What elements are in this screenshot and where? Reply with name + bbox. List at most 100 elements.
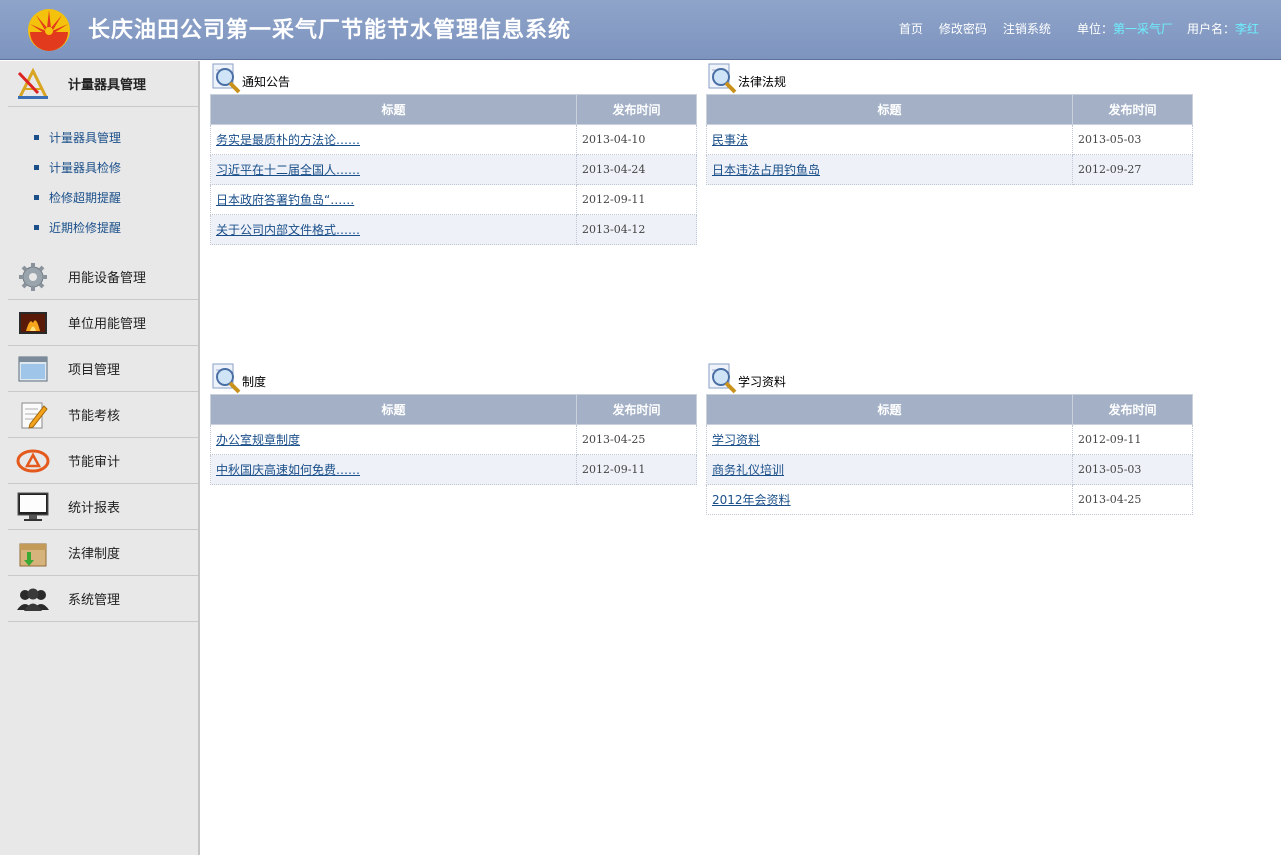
publish-date: 2012-09-27	[1072, 154, 1193, 185]
table-header-row: 标题 发布时间	[706, 394, 1193, 425]
column-header-title: 标题	[210, 394, 577, 425]
company-logo-icon	[16, 444, 50, 478]
app-header: 长庆油田公司第一采气厂节能节水管理信息系统 首页 修改密码 注销系统 单位： 第…	[0, 0, 1281, 60]
column-header-date: 发布时间	[1072, 394, 1193, 425]
user-value: 李红	[1234, 22, 1259, 36]
panel-notices: 通知公告 标题 发布时间 务实是最质朴的方法论…… 2013-04-10 习近平在…	[210, 62, 697, 245]
notice-link[interactable]: 务实是最质朴的方法论……	[216, 133, 360, 147]
table-row: 日本政府答署钓鱼岛“…… 2012-09-11	[210, 184, 697, 215]
table-row: 日本违法占用钓鱼岛 2012-09-27	[706, 154, 1193, 185]
sidebar-menu-label: 统计报表	[68, 501, 121, 516]
user-label: 用户名：	[1186, 22, 1235, 36]
window-icon	[16, 352, 50, 386]
publish-date: 2012-09-11	[576, 454, 697, 485]
submenu-item[interactable]: 计量器具检修	[8, 152, 198, 182]
table-row: 民事法 2013-05-03	[706, 124, 1193, 155]
notice-link[interactable]: 关于公司内部文件格式……	[216, 223, 360, 237]
nav-home-link[interactable]: 首页	[899, 20, 923, 37]
law-link[interactable]: 日本违法占用钓鱼岛	[712, 163, 820, 177]
publish-date: 2013-04-10	[576, 124, 697, 155]
sidebar-menu-label: 法律制度	[68, 547, 121, 562]
magnifier-document-icon	[708, 363, 737, 394]
fire-monitor-icon	[16, 306, 50, 340]
submenu-item[interactable]: 计量器具管理	[8, 122, 198, 152]
laws-table: 标题 发布时间 民事法 2013-05-03 日本违法占用钓鱼岛 2012-09-2…	[706, 94, 1193, 185]
publish-date: 2013-04-12	[576, 214, 697, 245]
sidebar-menu-energy-equipment[interactable]: 用能设备管理	[8, 254, 198, 300]
law-link[interactable]: 民事法	[712, 133, 748, 147]
notice-link[interactable]: 习近平在十二届全国人……	[216, 163, 360, 177]
magnifier-document-icon	[212, 363, 241, 394]
sidebar-menu-law[interactable]: 法律制度	[8, 530, 198, 576]
table-header-row: 标题 发布时间	[706, 94, 1193, 125]
top-nav: 首页 修改密码 注销系统 单位： 第一采气厂 用户名： 李红	[883, 20, 1259, 37]
sidebar-menu-label: 单位用能管理	[68, 317, 147, 332]
sidebar: 计量器具管理 计量器具管理 计量器具检修 检修超期提醒 近期检修提醒 用能设备管…	[0, 61, 200, 855]
column-header-title: 标题	[706, 394, 1073, 425]
sidebar-menu-label: 节能审计	[68, 455, 121, 470]
submenu-item[interactable]: 近期检修提醒	[8, 212, 198, 242]
column-header-title: 标题	[706, 94, 1073, 125]
sidebar-menu-label: 计量器具管理	[68, 78, 147, 93]
unit-label: 单位：	[1076, 22, 1113, 36]
unit-value: 第一采气厂	[1112, 22, 1173, 36]
sidebar-menu-label: 用能设备管理	[68, 271, 147, 286]
monitor-icon	[16, 490, 50, 524]
panel-rules: 制度 标题 发布时间 办公室规章制度 2013-04-25 中秋国庆高速如何免费……	[210, 362, 697, 485]
notice-link[interactable]: 日本政府答署钓鱼岛“……	[216, 193, 354, 207]
column-header-date: 发布时间	[1072, 94, 1193, 125]
publish-date: 2013-04-25	[1072, 484, 1193, 515]
app-title: 长庆油田公司第一采气厂节能节水管理信息系统	[88, 17, 572, 43]
sidebar-menu-unit-energy[interactable]: 单位用能管理	[8, 300, 198, 346]
rule-link[interactable]: 办公室规章制度	[216, 433, 300, 447]
sidebar-submenu: 计量器具管理 计量器具检修 检修超期提醒 近期检修提醒	[8, 122, 198, 242]
table-header-row: 标题 发布时间	[210, 94, 697, 125]
publish-date: 2012-09-11	[576, 184, 697, 215]
sidebar-menu-reports[interactable]: 统计报表	[8, 484, 198, 530]
submenu-item[interactable]: 检修超期提醒	[8, 182, 198, 212]
magnifier-document-icon	[212, 63, 241, 94]
sidebar-menu-label: 节能考核	[68, 409, 121, 424]
sidebar-menu-system[interactable]: 系统管理	[8, 576, 198, 622]
nav-logout-link[interactable]: 注销系统	[1003, 20, 1051, 37]
study-link[interactable]: 学习资料	[712, 433, 760, 447]
study-link[interactable]: 2012年会资料	[712, 493, 791, 507]
sidebar-menu-label: 项目管理	[68, 363, 121, 378]
publish-date: 2012-09-11	[1072, 424, 1193, 455]
nav-change-password-link[interactable]: 修改密码	[939, 20, 987, 37]
publish-date: 2013-04-24	[576, 154, 697, 185]
table-row: 学习资料 2012-09-11	[706, 424, 1193, 455]
panel-title: 学习资料	[738, 374, 787, 389]
box-arrow-icon	[16, 536, 50, 570]
sidebar-menu-projects[interactable]: 项目管理	[8, 346, 198, 392]
panel-laws: 法律法规 标题 发布时间 民事法 2013-05-03 日本违法占用钓鱼岛 2012…	[706, 62, 1193, 185]
table-row: 商务礼仪培训 2013-05-03	[706, 454, 1193, 485]
drafting-tools-icon	[16, 67, 50, 101]
publish-date: 2013-05-03	[1072, 454, 1193, 485]
panel-title: 制度	[242, 374, 267, 389]
magnifier-document-icon	[708, 63, 737, 94]
column-header-title: 标题	[210, 94, 577, 125]
column-header-date: 发布时间	[576, 394, 697, 425]
panel-study: 学习资料 标题 发布时间 学习资料 2012-09-11 商务礼仪培训 2013-0…	[706, 362, 1193, 515]
table-row: 2012年会资料 2013-04-25	[706, 484, 1193, 515]
notepad-pencil-icon	[16, 398, 50, 432]
column-header-date: 发布时间	[576, 94, 697, 125]
sidebar-menu-label: 系统管理	[68, 593, 121, 608]
table-row: 关于公司内部文件格式…… 2013-04-12	[210, 214, 697, 245]
table-row: 办公室规章制度 2013-04-25	[210, 424, 697, 455]
gear-icon	[16, 260, 50, 294]
sidebar-menu-audit[interactable]: 节能审计	[8, 438, 198, 484]
study-link[interactable]: 商务礼仪培训	[712, 463, 784, 477]
table-row: 务实是最质朴的方法论…… 2013-04-10	[210, 124, 697, 155]
sidebar-menu-measuring-instruments[interactable]: 计量器具管理	[8, 61, 198, 107]
rule-link[interactable]: 中秋国庆高速如何免费……	[216, 463, 360, 477]
table-row: 中秋国庆高速如何免费…… 2012-09-11	[210, 454, 697, 485]
table-row: 习近平在十二届全国人…… 2013-04-24	[210, 154, 697, 185]
company-logo-icon	[28, 9, 70, 51]
sidebar-menu-assessment[interactable]: 节能考核	[8, 392, 198, 438]
study-table: 标题 发布时间 学习资料 2012-09-11 商务礼仪培训 2013-05-03 …	[706, 394, 1193, 515]
rules-table: 标题 发布时间 办公室规章制度 2013-04-25 中秋国庆高速如何免费…… 20…	[210, 394, 697, 485]
notices-table: 标题 发布时间 务实是最质朴的方法论…… 2013-04-10 习近平在十二届全国…	[210, 94, 697, 245]
table-header-row: 标题 发布时间	[210, 394, 697, 425]
